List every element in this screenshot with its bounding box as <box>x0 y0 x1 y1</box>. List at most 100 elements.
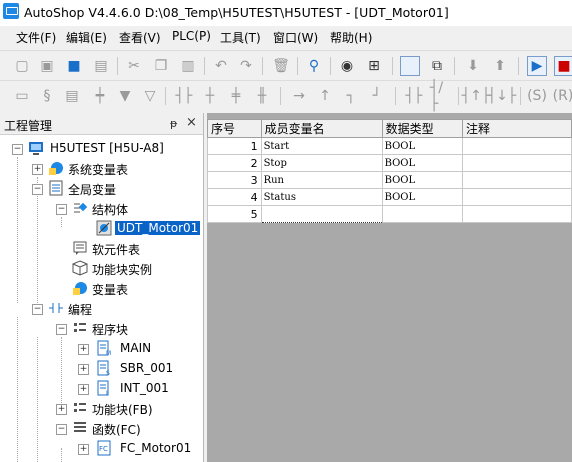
tree-item-program-block[interactable]: − 程序块 <box>0 320 200 338</box>
tree-item-fb-instance[interactable]: 功能块实例 <box>0 260 200 278</box>
tree-item-int[interactable]: + I INT_001 <box>0 380 200 398</box>
cell-name[interactable]: Run <box>260 171 383 189</box>
run-icon[interactable]: ▶ <box>527 56 547 76</box>
expand-icon[interactable]: + <box>78 344 89 355</box>
table-row[interactable]: 5 <box>207 205 572 223</box>
menu-window[interactable]: 窗口(W) <box>273 29 318 46</box>
tree-root[interactable]: − H5UTEST [H5U-A8] <box>0 140 200 158</box>
tree-item-fc[interactable]: − 函数(FC) <box>0 420 200 438</box>
branch-icon[interactable]: ┿ <box>90 86 110 106</box>
pin-icon[interactable]: ᵽ <box>170 117 177 130</box>
cell-no[interactable]: 3 <box>207 171 262 189</box>
tree-item-sbr[interactable]: + S SBR_001 <box>0 360 200 378</box>
upload-icon[interactable]: ⬆ <box>490 56 510 76</box>
col-header-type[interactable]: 数据类型 <box>381 119 464 138</box>
delete-icon[interactable]: 🗑 <box>271 56 291 76</box>
table-row[interactable]: 1 Start BOOL <box>207 137 572 155</box>
cell-type[interactable] <box>381 205 464 223</box>
copy-icon[interactable]: ❐ <box>151 56 171 76</box>
down-outline-icon[interactable]: ▽ <box>140 86 160 106</box>
collapse-icon[interactable]: − <box>32 184 43 195</box>
tree-item-var-table[interactable]: 变量表 <box>0 280 200 298</box>
cell-type[interactable]: BOOL <box>381 154 464 172</box>
cell-name[interactable] <box>260 205 383 223</box>
cell-comment[interactable] <box>462 188 572 206</box>
table-row[interactable]: 3 Run BOOL <box>207 171 572 189</box>
hline3-icon[interactable]: ┘ <box>367 86 387 106</box>
cell-comment[interactable] <box>462 154 572 172</box>
cell-type[interactable]: BOOL <box>381 188 464 206</box>
window-cascade-icon[interactable] <box>400 56 420 76</box>
undo-icon[interactable]: ↶ <box>211 56 231 76</box>
collapse-icon[interactable]: − <box>56 324 67 335</box>
cell-no[interactable]: 2 <box>207 154 262 172</box>
table-row[interactable]: 4 Status BOOL <box>207 188 572 206</box>
tree-item-fb[interactable]: + 功能块(FB) <box>0 400 200 418</box>
cell-no[interactable]: 4 <box>207 188 262 206</box>
stop-icon[interactable]: ■ <box>554 56 572 76</box>
vline-icon[interactable]: ↑ <box>315 86 335 106</box>
collapse-icon[interactable]: − <box>56 424 67 435</box>
parallel2-icon[interactable]: ╫ <box>252 86 272 106</box>
collapse-icon[interactable]: − <box>56 204 67 215</box>
cell-no[interactable]: 1 <box>207 137 262 155</box>
parallel-icon[interactable]: ╪ <box>226 86 246 106</box>
no-contact-icon[interactable]: ┤├ <box>404 86 424 106</box>
expand-icon[interactable]: + <box>78 444 89 455</box>
cell-name[interactable]: Status <box>260 188 383 206</box>
cell-comment[interactable] <box>462 137 572 155</box>
contact-branch-icon[interactable]: ┤├ <box>174 86 194 106</box>
cell-type[interactable]: BOOL <box>381 137 464 155</box>
cell-type[interactable]: BOOL <box>381 171 464 189</box>
lad-icon[interactable]: ▭ <box>12 86 32 106</box>
cell-comment[interactable] <box>462 171 572 189</box>
st-icon[interactable]: ▤ <box>62 86 82 106</box>
network-icon[interactable]: ⊞ <box>364 56 384 76</box>
expand-icon[interactable]: + <box>56 404 67 415</box>
search-icon[interactable]: ⚲ <box>304 56 324 76</box>
down-arrow-icon[interactable]: ▼ <box>115 86 135 106</box>
menu-tools[interactable]: 工具(T) <box>220 29 261 46</box>
menu-plc[interactable]: PLC(P) <box>172 29 211 43</box>
sfc-icon[interactable]: § <box>37 86 57 106</box>
hline2-icon[interactable]: ┐ <box>341 86 361 106</box>
tree-item-program[interactable]: − 编程 <box>0 300 200 318</box>
table-row[interactable]: 2 Stop BOOL <box>207 154 572 172</box>
tree-item-global-vars[interactable]: − 全局变量 <box>0 180 200 198</box>
coil2-icon[interactable]: (R) <box>553 86 572 106</box>
new-file-icon[interactable]: ▢ <box>12 56 32 76</box>
col-header-no[interactable]: 序号 <box>207 119 262 138</box>
close-icon[interactable]: × <box>186 115 197 130</box>
save-icon[interactable]: ■ <box>64 56 84 76</box>
tree-item-udt-motor01[interactable]: UDT_Motor01 <box>0 220 203 238</box>
contact-branch2-icon[interactable]: ┼ <box>200 86 220 106</box>
menu-edit[interactable]: 编辑(E) <box>66 29 107 46</box>
download-icon[interactable]: ⬇ <box>463 56 483 76</box>
cell-comment[interactable] <box>462 205 572 223</box>
paste-icon[interactable]: ▥ <box>178 56 198 76</box>
pulse-contact-icon[interactable]: ┤↑├ <box>462 86 491 106</box>
collapse-icon[interactable]: − <box>12 144 23 155</box>
menu-view[interactable]: 查看(V) <box>119 29 161 46</box>
redo-icon[interactable]: ↷ <box>236 56 256 76</box>
col-header-comment[interactable]: 注释 <box>462 119 572 138</box>
cell-name[interactable]: Stop <box>260 154 383 172</box>
expand-icon[interactable]: + <box>78 364 89 375</box>
pulse-contact2-icon[interactable]: ┤↓├ <box>488 86 517 106</box>
tree-item-main[interactable]: + M MAIN <box>0 340 200 358</box>
menu-help[interactable]: 帮助(H) <box>330 29 372 46</box>
nc-contact-icon[interactable]: ┤/├ <box>430 80 450 112</box>
expand-icon[interactable]: + <box>78 384 89 395</box>
hline-icon[interactable]: → <box>289 86 309 106</box>
tree-item-device-table[interactable]: 软元件表 <box>0 240 200 258</box>
window-switch-icon[interactable]: ⧉ <box>427 56 447 76</box>
cut-icon[interactable]: ✂ <box>124 56 144 76</box>
collapse-icon[interactable]: − <box>32 304 43 315</box>
col-header-name[interactable]: 成员变量名 <box>260 119 383 138</box>
coil-icon[interactable]: (S) <box>527 86 547 106</box>
monitor-icon[interactable]: ◉ <box>337 56 357 76</box>
expand-icon[interactable]: + <box>32 164 43 175</box>
tree-item-struct[interactable]: − 结构体 <box>0 200 200 218</box>
tree-item-system-vars[interactable]: + 系统变量表 <box>0 160 200 178</box>
menu-file[interactable]: 文件(F) <box>16 29 56 46</box>
